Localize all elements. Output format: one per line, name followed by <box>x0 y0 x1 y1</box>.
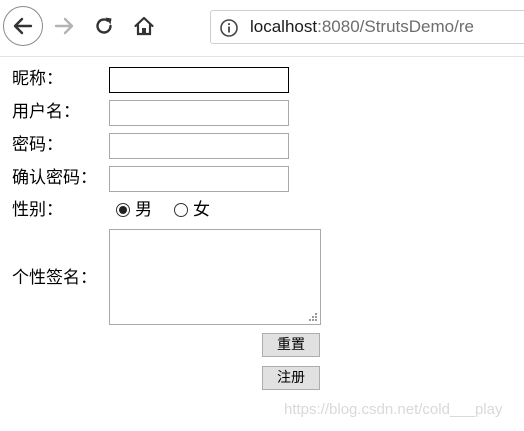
forward-button[interactable] <box>50 12 78 40</box>
password-label: 密码： <box>12 135 63 155</box>
password-input[interactable] <box>109 133 289 159</box>
url-path: :8080/StrutsDemo/re <box>317 17 474 36</box>
resize-grip-icon[interactable] <box>308 312 318 322</box>
url-text: localhost:8080/StrutsDemo/re <box>250 17 474 37</box>
signature-textarea[interactable] <box>109 229 321 325</box>
gender-radio-male[interactable] <box>116 203 130 217</box>
username-input[interactable] <box>109 100 289 126</box>
watermark: https://blog.csdn.net/cold___play <box>284 401 503 418</box>
home-button[interactable] <box>130 12 158 40</box>
back-button[interactable] <box>3 6 43 46</box>
reload-button[interactable] <box>90 12 118 40</box>
nickname-input[interactable] <box>109 67 289 93</box>
url-host: localhost <box>250 17 318 36</box>
nickname-label: 昵称： <box>12 69 63 89</box>
gender-label: 性别： <box>12 200 63 220</box>
reset-button[interactable]: 重置 <box>262 333 320 357</box>
username-label: 用户名： <box>12 102 80 122</box>
gender-radio-female[interactable] <box>174 203 188 217</box>
home-icon <box>134 16 154 36</box>
info-icon[interactable] <box>219 18 239 38</box>
reload-icon <box>96 17 112 34</box>
confirm-password-label: 确认密码： <box>12 168 97 188</box>
confirm-password-input[interactable] <box>109 166 289 192</box>
forward-arrow-icon <box>54 17 74 35</box>
address-bar[interactable]: localhost:8080/StrutsDemo/re <box>210 10 524 44</box>
registration-form: 昵称： 用户名： 密码： 确认密码： 性别： 男 女 个性签名： 重置 注册 h… <box>0 56 524 431</box>
back-arrow-icon <box>13 17 33 35</box>
browser-toolbar: localhost:8080/StrutsDemo/re <box>0 0 524 57</box>
gender-female-label: 女 <box>193 200 210 220</box>
gender-male-label: 男 <box>135 200 152 220</box>
register-button[interactable]: 注册 <box>262 366 320 390</box>
signature-label: 个性签名： <box>12 268 97 288</box>
